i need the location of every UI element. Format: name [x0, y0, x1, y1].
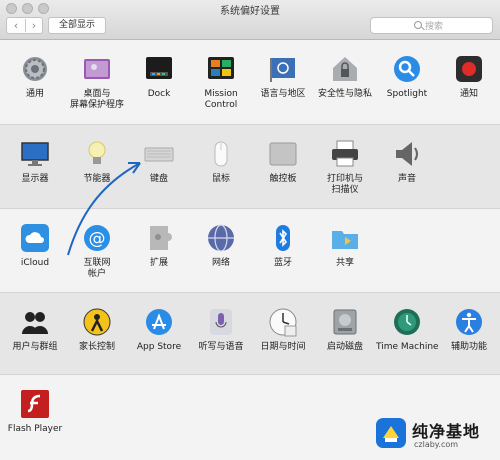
annotation-arrow — [67, 162, 141, 256]
watermark-logo-icon — [376, 418, 406, 448]
watermark-url: czlaby.com — [414, 440, 459, 449]
watermark: 纯净基地 czlaby.com — [374, 413, 492, 455]
watermark-text: 纯净基地 — [412, 422, 481, 441]
system-preferences-window: { "window": {"title": "系统偏好设置"}, "toolba… — [0, 0, 500, 460]
